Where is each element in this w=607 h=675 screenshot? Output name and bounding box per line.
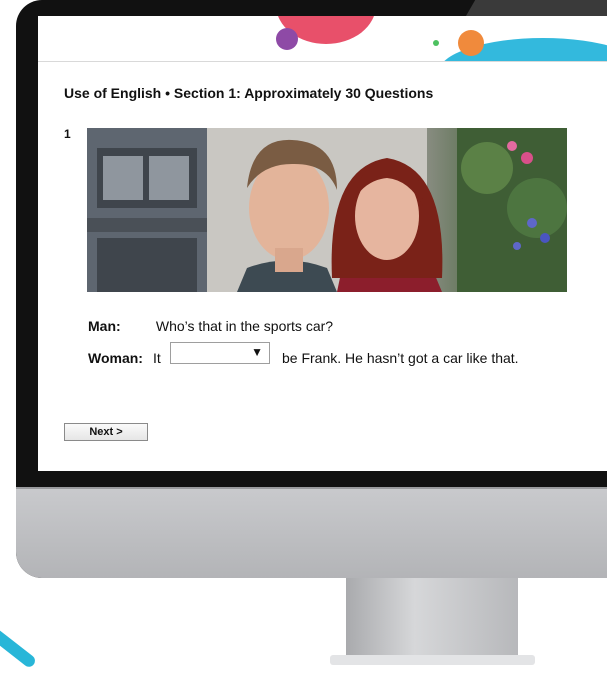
decorative-swoosh [0,622,38,670]
screen: Use of English • Section 1: Approximatel… [38,16,607,471]
section-title: Use of English • Section 1: Approximatel… [64,85,434,101]
man-line-text: Who’s that in the sports car? [155,318,334,334]
woman-line-after: be Frank. He hasn’t got a car like that. [282,350,519,366]
chin-divider [16,487,607,489]
header-banner [38,16,607,62]
answer-dropdown[interactable]: ▼ [170,342,270,364]
couple-photo-icon [87,128,567,292]
decorative-green-dot [433,40,439,46]
woman-line-before: It [153,350,161,366]
next-button[interactable]: Next > [64,423,148,441]
monitor-stand-base [330,655,535,665]
dialogue-line-woman: Woman: [88,350,152,366]
question-number: 1 [64,127,71,141]
dropdown-arrow-icon: ▼ [251,345,263,359]
monitor-chin [16,487,607,578]
dialogue-line-man: Man: Who’s that in the sports car? [88,318,333,334]
monitor-stand [346,578,518,658]
question-photo [87,128,567,292]
speaker-man: Man: [88,318,121,334]
speaker-woman: Woman: [88,350,143,366]
decorative-purple-dot [276,28,298,50]
decorative-orange-dot [458,30,484,56]
